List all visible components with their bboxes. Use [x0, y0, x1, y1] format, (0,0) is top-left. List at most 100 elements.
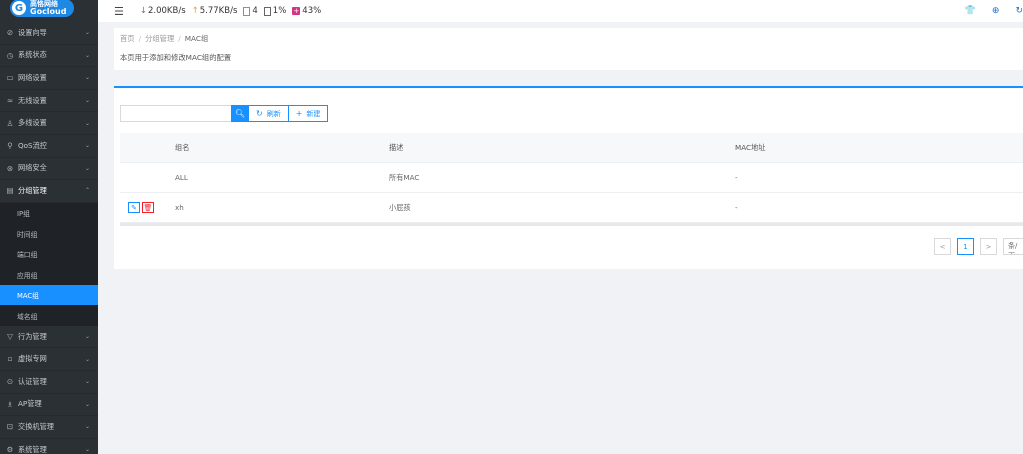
- chevron-down-icon: ⌄: [84, 74, 90, 82]
- arrow-up-icon: ↑: [191, 6, 199, 16]
- chevron-down-icon: ⌄: [84, 164, 90, 172]
- sidebar-item-qos[interactable]: ⚲ QoS流控 ⌄: [0, 135, 98, 158]
- globe-icon[interactable]: ⊕: [992, 6, 1000, 16]
- sidebar-item-system[interactable]: ⚙ 系统管理 ⌄: [0, 439, 98, 454]
- column-header-name: 组名: [175, 142, 190, 152]
- sidebar-subitem-mac-group[interactable]: MAC组: [0, 284, 98, 306]
- table-row: ALL 所有MAC -: [120, 163, 1023, 193]
- prev-page-button[interactable]: <: [934, 238, 951, 255]
- table-row: ✎ 🗑︎ xh 小屁孩 -: [120, 193, 1023, 223]
- chevron-down-icon: ⌄: [84, 400, 90, 408]
- chevron-down-icon: ⌄: [84, 97, 90, 105]
- group-icon: ▤: [6, 186, 14, 196]
- cell-mac: -: [735, 173, 738, 182]
- toolbar: 🔍︎ ↻ 刷新 + 新建: [120, 105, 329, 122]
- cell-mac: -: [735, 203, 738, 212]
- logo-badge: G 高恪网络 Gocloud: [10, 0, 75, 17]
- wizard-icon: ⊘: [6, 28, 14, 38]
- logo-text-en: Gocloud: [30, 7, 67, 16]
- sidebar-item-auth[interactable]: ⊙ 认证管理 ⌄: [0, 371, 98, 394]
- chevron-down-icon: ⌄: [84, 119, 90, 127]
- sidebar-subitem-ip-group[interactable]: IP组: [0, 203, 98, 224]
- vpn-icon: ⌑: [8, 354, 12, 364]
- delete-icon[interactable]: 🗑︎: [142, 202, 154, 213]
- pagination: < 1 > 10 条/页: [928, 238, 1023, 255]
- topbar: ☰ ↓ 2.00KB/s ↑ 5.77KB/s 4 1% +43% 👕 ⊕ ↻: [98, 0, 1023, 22]
- mac-group-table: 组名 描述 MAC地址 ALL 所有MAC - ✎ 🗑︎ xh 小屁孩 -: [120, 133, 1023, 226]
- sidebar-item-ap[interactable]: ♗ AP管理 ⌄: [0, 394, 98, 417]
- chevron-down-icon: ⌄: [84, 333, 90, 341]
- chevron-down-icon: ⌄: [84, 446, 90, 454]
- edit-icon[interactable]: ✎: [128, 202, 140, 213]
- refresh-icon: ↻: [256, 109, 263, 118]
- memory-usage: +43%: [292, 6, 322, 16]
- sidebar-item-vpn[interactable]: ⌑ 虚拟专网 ⌄: [0, 348, 98, 371]
- search-button[interactable]: 🔍︎: [231, 105, 249, 122]
- ap-icon: ♗: [6, 399, 14, 409]
- sidebar-subitem-domain-group[interactable]: 域名组: [0, 305, 98, 326]
- clock-icon: ◷: [6, 50, 14, 60]
- add-button[interactable]: + 新建: [288, 105, 329, 122]
- submenu-group-management: IP组 时间组 端口组 应用组 MAC组 域名组: [0, 202, 98, 326]
- multiline-icon: ♙: [6, 118, 14, 128]
- refresh-button[interactable]: ↻ 刷新: [249, 105, 289, 122]
- chevron-down-icon: ⌄: [84, 29, 90, 37]
- breadcrumb-home[interactable]: 首页: [120, 34, 135, 43]
- table-scrollbar[interactable]: [120, 223, 1023, 226]
- logo[interactable]: G 高恪网络 Gocloud: [0, 0, 98, 22]
- cell-desc: 小屁孩: [389, 202, 411, 212]
- device-count: 4: [243, 6, 258, 16]
- chevron-down-icon: ⌄: [84, 378, 90, 386]
- sidebar: G 高恪网络 Gocloud ⊘ 设置向导 ⌄ ◷ 系统状态 ⌄ ▭ 网络设置 ⌄ ≈ 无线设…: [0, 0, 98, 454]
- shirt-icon[interactable]: 👕: [965, 6, 976, 16]
- search-input[interactable]: [120, 105, 231, 122]
- arrow-down-icon: ↓: [139, 6, 147, 16]
- memory-icon: +: [292, 7, 301, 15]
- mac-group-card: 🔍︎ ↻ 刷新 + 新建 组名 描述 MAC地址 ALL 所有MAC - ✎ 🗑︎ …: [114, 86, 1023, 269]
- page-1-button[interactable]: 1: [957, 238, 974, 255]
- switch-icon: ⊡: [6, 422, 14, 432]
- chevron-up-icon: ⌃: [84, 187, 90, 195]
- sidebar-menu: ⊘ 设置向导 ⌄ ◷ 系统状态 ⌄ ▭ 网络设置 ⌄ ≈ 无线设置 ⌄ ♙ 多线设置 ⌄ ⚲ QoS流…: [0, 22, 98, 454]
- sidebar-item-security[interactable]: ⊛ 网络安全 ⌄: [0, 158, 98, 181]
- refresh-icon[interactable]: ↻: [1015, 6, 1023, 16]
- filter-icon: ▽: [7, 332, 13, 342]
- cpu-usage: 1%: [263, 6, 286, 16]
- chevron-down-icon: ⌄: [84, 423, 90, 431]
- sidebar-item-behavior[interactable]: ▽ 行为管理 ⌄: [0, 326, 98, 349]
- page-size-select[interactable]: 10 条/页: [1003, 238, 1023, 255]
- table-header: 组名 描述 MAC地址: [120, 133, 1023, 163]
- cell-name: xh: [175, 203, 184, 212]
- monitor-icon: ▭: [6, 73, 14, 83]
- next-page-button[interactable]: >: [980, 238, 997, 255]
- plus-icon: +: [295, 109, 303, 118]
- location-icon: ⚲: [7, 141, 13, 151]
- gear-icon: ⚙: [6, 445, 14, 454]
- cpu-icon: [263, 6, 271, 16]
- sidebar-subitem-app-group[interactable]: 应用组: [0, 264, 98, 285]
- logo-icon: G: [12, 1, 26, 15]
- page-header: 首页 / 分组管理 / MAC组 本页用于添加和修改MAC组的配置: [114, 28, 1023, 70]
- sidebar-subitem-port-group[interactable]: 端口组: [0, 244, 98, 265]
- cell-name: ALL: [175, 173, 188, 182]
- chevron-down-icon: ⌄: [84, 51, 90, 59]
- auth-icon: ⊙: [6, 377, 14, 387]
- sidebar-item-network-settings[interactable]: ▭ 网络设置 ⌄: [0, 67, 98, 90]
- device-icon: [243, 6, 251, 16]
- sidebar-item-system-status[interactable]: ◷ 系统状态 ⌄: [0, 45, 98, 68]
- shield-icon: ⊛: [6, 163, 14, 173]
- sidebar-item-multiline[interactable]: ♙ 多线设置 ⌄: [0, 112, 98, 135]
- breadcrumb-section[interactable]: 分组管理: [145, 34, 174, 43]
- menu-toggle-icon[interactable]: ☰: [114, 5, 124, 18]
- sidebar-item-wireless[interactable]: ≈ 无线设置 ⌄: [0, 90, 98, 113]
- sidebar-item-group-management[interactable]: ▤ 分组管理 ⌃: [0, 180, 98, 203]
- sidebar-subitem-time-group[interactable]: 时间组: [0, 223, 98, 244]
- topbar-actions: 👕 ⊕ ↻: [949, 0, 1023, 22]
- column-header-mac: MAC地址: [735, 142, 766, 152]
- cell-desc: 所有MAC: [389, 172, 420, 182]
- sidebar-item-setup-wizard[interactable]: ⊘ 设置向导 ⌄: [0, 22, 98, 45]
- sidebar-item-switch[interactable]: ⊡ 交换机管理 ⌄: [0, 416, 98, 439]
- wifi-icon: ≈: [6, 96, 14, 106]
- upload-rate: ↑ 5.77KB/s: [191, 6, 238, 16]
- chevron-down-icon: ⌄: [84, 142, 90, 150]
